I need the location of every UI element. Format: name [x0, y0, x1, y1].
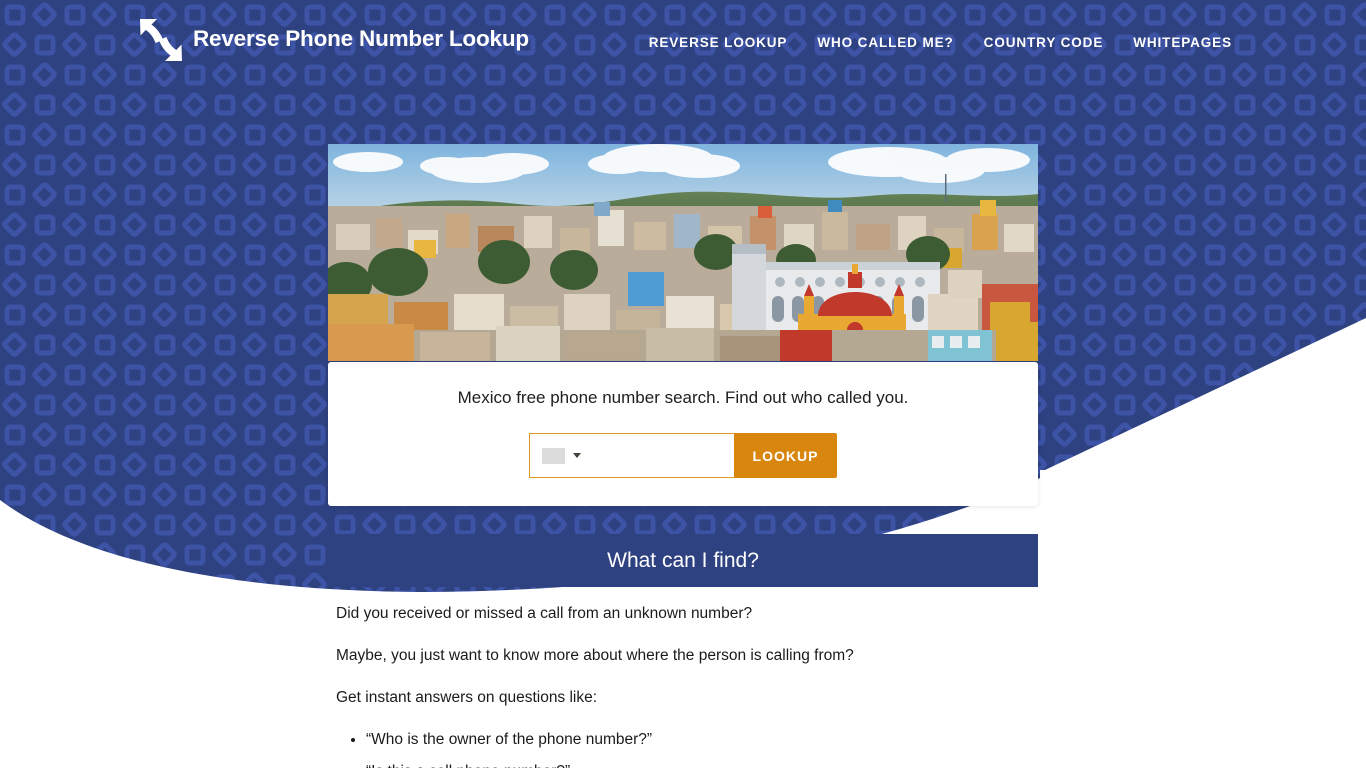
phone-input-wrapper[interactable]: [528, 433, 734, 478]
search-card: Mexico free phone number search. Find ou…: [328, 362, 1038, 506]
lookup-button[interactable]: LOOKUP: [733, 433, 838, 478]
nav-whitepages[interactable]: WHITEPAGES: [1133, 34, 1232, 52]
paragraph-1: Did you received or missed a call from a…: [336, 605, 753, 622]
flag-placeholder-icon[interactable]: [541, 447, 565, 464]
mexico-cityscape-photo: [328, 144, 1038, 361]
chevron-down-icon[interactable]: [572, 453, 581, 458]
main-content: Mexico free phone number search. Find ou…: [328, 144, 1038, 768]
section-body: Did you received or missed a call from a…: [328, 587, 1038, 768]
list-item: “Is this a cell phone number?”: [366, 761, 1030, 768]
paragraph-3: Get instant answers on questions like:: [336, 689, 598, 706]
search-tagline: Mexico free phone number search. Find ou…: [457, 388, 909, 407]
main-navigation: REVERSE LOOKUP WHO CALLED ME? COUNTRY CO…: [649, 34, 1232, 52]
brand-title: Reverse Phone Number Lookup: [193, 25, 529, 51]
example-questions-list: “Who is the owner of the phone number?” …: [366, 729, 1030, 768]
paragraph-2: Maybe, you just want to know more about …: [336, 647, 854, 664]
reverse-arrows-icon: [133, 14, 189, 66]
page-root: Reverse Phone Number Lookup REVERSE LOOK…: [0, 0, 1366, 768]
phone-search-form: LOOKUP: [328, 433, 1038, 478]
nav-who-called-me[interactable]: WHO CALLED ME?: [817, 34, 953, 52]
list-item: “Who is the owner of the phone number?”: [366, 729, 1030, 751]
nav-country-code[interactable]: COUNTRY CODE: [984, 34, 1104, 52]
phone-number-input[interactable]: [580, 435, 734, 476]
site-header: Reverse Phone Number Lookup REVERSE LOOK…: [0, 0, 1366, 86]
nav-reverse-lookup[interactable]: REVERSE LOOKUP: [649, 34, 788, 52]
section-heading-what-can-i-find: What can I find?: [328, 534, 1038, 587]
brand-logo-link[interactable]: Reverse Phone Number Lookup: [133, 16, 529, 64]
